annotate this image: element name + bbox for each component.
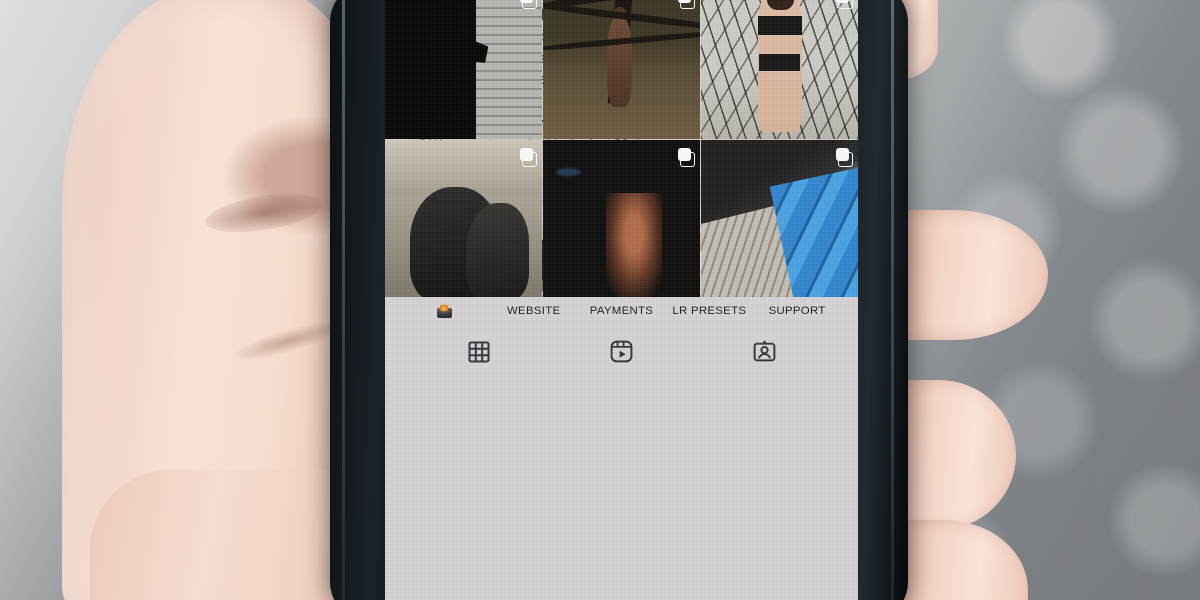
profile-tab-bar — [407, 337, 836, 375]
grid-post[interactable] — [385, 0, 542, 139]
tab-tagged[interactable] — [693, 337, 836, 367]
multi-post-icon — [519, 148, 537, 168]
grid-post[interactable] — [701, 0, 858, 139]
reels-icon — [610, 340, 633, 363]
multi-post-icon — [519, 0, 537, 9]
grid-post[interactable] — [543, 140, 700, 297]
multi-post-icon — [677, 148, 695, 168]
camera-emoji-icon — [437, 304, 454, 319]
phone-bezel-right — [891, 0, 894, 600]
grid-icon — [468, 341, 489, 362]
tab-posts[interactable] — [407, 337, 550, 367]
fingertip-3 — [896, 380, 1016, 530]
highlight-label — [407, 304, 485, 319]
highlight-label: SUPPORT — [768, 304, 826, 317]
grid-post[interactable] — [543, 0, 700, 139]
phone-bezel-left — [342, 0, 345, 600]
multi-post-icon — [836, 148, 853, 168]
phone-screen: Photographer Award Winning Lifestyle Pho… — [385, 0, 858, 600]
highlight-label: LR PRESETS — [672, 304, 747, 317]
smartphone: Photographer Award Winning Lifestyle Pho… — [330, 0, 908, 600]
highlight-label: WEBSITE — [507, 304, 561, 317]
posts-grid — [385, 0, 858, 297]
fingertip-4 — [896, 520, 1028, 600]
tagged-icon — [753, 340, 776, 362]
multi-post-icon — [836, 0, 853, 9]
photo-scene: Photographer Award Winning Lifestyle Pho… — [0, 0, 1200, 600]
grid-post[interactable] — [701, 140, 858, 297]
tab-reels[interactable] — [550, 337, 693, 367]
multi-post-icon — [677, 0, 695, 9]
grid-post[interactable] — [385, 140, 542, 297]
highlight-label: PAYMENTS — [589, 304, 654, 317]
fingertip-2 — [896, 210, 1048, 340]
